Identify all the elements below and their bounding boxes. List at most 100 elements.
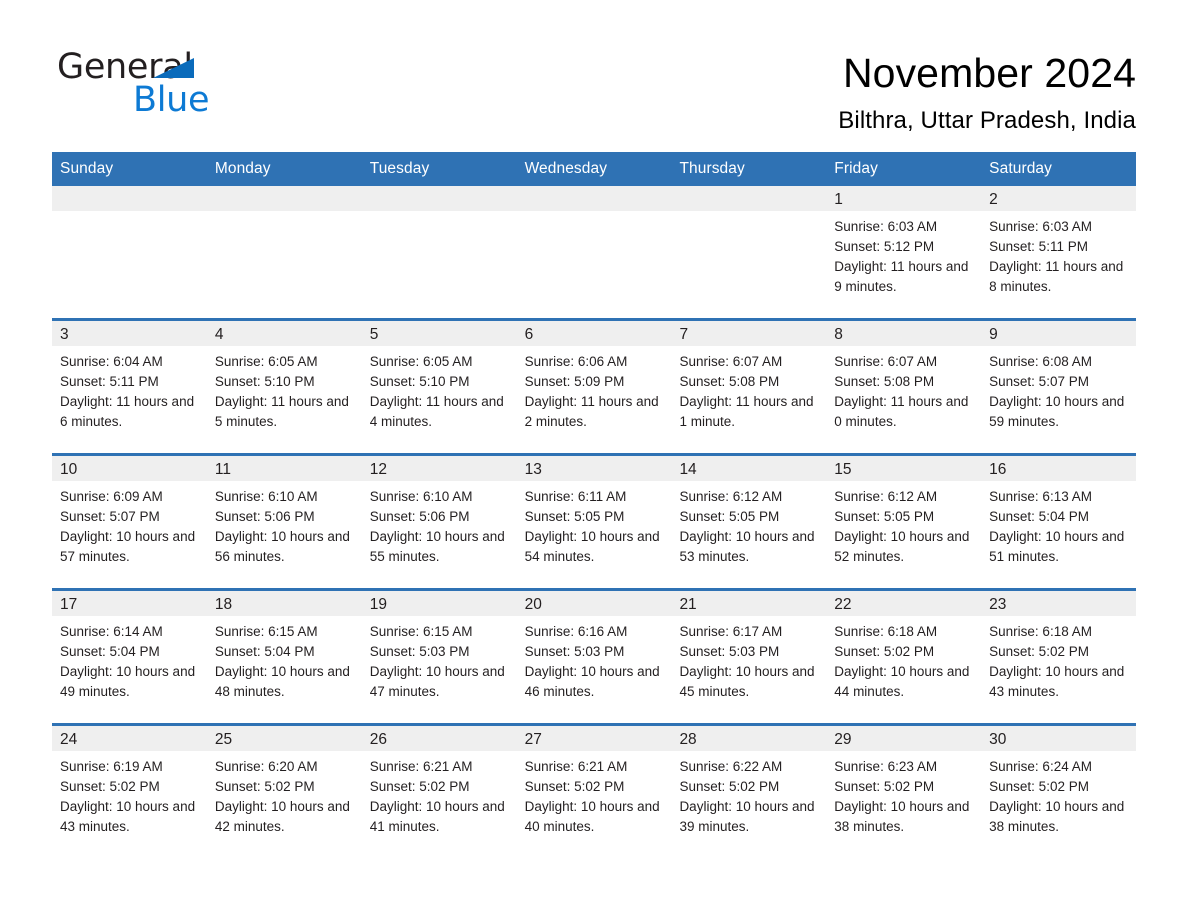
calendar-day-cell[interactable]: 11 Sunrise: 6:10 AM Sunset: 5:06 PM Dayligh…	[206, 456, 362, 588]
calendar-day-cell[interactable]: 13 Sunrise: 6:11 AM Sunset: 5:05 PM Dayligh…	[516, 456, 672, 588]
sunset-text: Sunset: 5:02 PM	[989, 779, 1089, 794]
day-number: 2	[981, 186, 1137, 211]
sunset-text: Sunset: 5:07 PM	[60, 509, 160, 524]
calendar-day-cell[interactable]: 26 Sunrise: 6:21 AM Sunset: 5:02 PM Dayligh…	[361, 726, 517, 858]
sunrise-text: Sunrise: 6:05 AM	[369, 354, 473, 369]
calendar-day-cell[interactable]: 28 Sunrise: 6:22 AM Sunset: 5:02 PM Dayligh…	[671, 726, 827, 858]
calendar-day-cell[interactable]: 23 Sunrise: 6:18 AM Sunset: 5:02 PM Dayligh…	[981, 591, 1137, 723]
daylight-text: Daylight: 10 hours and 56 minutes.	[214, 529, 350, 564]
day-sun-info: Sunrise: 6:05 AM Sunset: 5:10 PM Daylight:…	[362, 346, 517, 432]
page-header: General Blue November 2024 Bilthra, Utta…	[0, 0, 1188, 138]
daylight-text: Daylight: 11 hours and 6 minutes.	[60, 394, 195, 429]
calendar-day-cell[interactable]: 20 Sunrise: 6:16 AM Sunset: 5:03 PM Dayligh…	[516, 591, 672, 723]
calendar-day-cell[interactable]: 5 Sunrise: 6:05 AM Sunset: 5:10 PM Daylight…	[361, 321, 517, 453]
calendar-day-cell[interactable]: 19 Sunrise: 6:15 AM Sunset: 5:03 PM Dayligh…	[361, 591, 517, 723]
day-sun-info: Sunrise: 6:10 AM Sunset: 5:06 PM Daylight:…	[207, 481, 362, 567]
day-number: 8	[826, 321, 982, 346]
day-number: 24	[52, 726, 207, 751]
daylight-text: Daylight: 10 hours and 47 minutes.	[369, 664, 505, 699]
title-block: November 2024 Bilthra, Uttar Pradesh, In…	[257, 46, 1136, 138]
daylight-text: Daylight: 10 hours and 55 minutes.	[369, 529, 505, 564]
calendar-day-cell[interactable]: 22 Sunrise: 6:18 AM Sunset: 5:02 PM Dayligh…	[826, 591, 982, 723]
calendar-page: General Blue November 2024 Bilthra, Utta…	[0, 0, 1188, 918]
day-number: 12	[361, 456, 517, 481]
calendar-grid: Sunday Monday Tuesday Wednesday Thursday…	[52, 152, 1137, 858]
day-sun-info	[517, 211, 672, 217]
day-number: 21	[671, 591, 827, 616]
calendar-day-cell[interactable]: 17 Sunrise: 6:14 AM Sunset: 5:04 PM Dayligh…	[52, 591, 207, 723]
day-number: 10	[52, 456, 207, 481]
sunset-text: Sunset: 5:12 PM	[834, 239, 935, 254]
calendar-day-cell[interactable]: 21 Sunrise: 6:17 AM Sunset: 5:03 PM Dayligh…	[671, 591, 827, 723]
daylight-text: Daylight: 10 hours and 48 minutes.	[214, 664, 350, 699]
day-number: 28	[671, 726, 827, 751]
calendar-day-cell[interactable]: 12 Sunrise: 6:10 AM Sunset: 5:06 PM Dayligh…	[361, 456, 517, 588]
sunset-text: Sunset: 5:02 PM	[989, 644, 1089, 659]
day-number: 30	[981, 726, 1137, 751]
day-sun-info: Sunrise: 6:04 AM Sunset: 5:11 PM Daylight:…	[52, 346, 207, 432]
calendar-week-row: 17 Sunrise: 6:14 AM Sunset: 5:04 PM Dayligh…	[52, 588, 1137, 723]
sunrise-text: Sunrise: 6:20 AM	[214, 759, 318, 774]
calendar-day-cell[interactable]: 2 Sunrise: 6:03 AM Sunset: 5:11 PM Daylight…	[981, 186, 1137, 318]
weekday-header-row: Sunday Monday Tuesday Wednesday Thursday…	[52, 152, 1136, 186]
calendar-day-cell[interactable]: 4 Sunrise: 6:05 AM Sunset: 5:10 PM Daylight…	[206, 321, 362, 453]
weekday-header-wednesday: Wednesday	[524, 160, 608, 177]
sunset-text: Sunset: 5:07 PM	[989, 374, 1089, 389]
calendar-day-cell[interactable]: 7 Sunrise: 6:07 AM Sunset: 5:08 PM Daylight…	[671, 321, 827, 453]
day-sun-info: Sunrise: 6:12 AM Sunset: 5:05 PM Daylight:…	[826, 481, 981, 567]
weekday-header-monday: Monday	[214, 160, 271, 177]
calendar-day-cell[interactable]: 14 Sunrise: 6:12 AM Sunset: 5:05 PM Dayligh…	[671, 456, 827, 588]
calendar-day-cell[interactable]: 29 Sunrise: 6:23 AM Sunset: 5:02 PM Dayligh…	[826, 726, 982, 858]
day-number: 25	[206, 726, 362, 751]
day-sun-info: Sunrise: 6:22 AM Sunset: 5:02 PM Daylight:…	[671, 751, 826, 837]
day-number: 29	[826, 726, 982, 751]
calendar-day-cell[interactable]: 18 Sunrise: 6:15 AM Sunset: 5:04 PM Dayligh…	[206, 591, 362, 723]
calendar-day-cell[interactable]: 25 Sunrise: 6:20 AM Sunset: 5:02 PM Dayligh…	[206, 726, 362, 858]
page-title: November 2024	[842, 50, 1136, 96]
sunrise-text: Sunrise: 6:15 AM	[214, 624, 318, 639]
calendar-day-cell[interactable]: 30 Sunrise: 6:24 AM Sunset: 5:02 PM Dayligh…	[981, 726, 1137, 858]
day-sun-info: Sunrise: 6:07 AM Sunset: 5:08 PM Daylight:…	[671, 346, 826, 432]
calendar-day-cell[interactable]: 15 Sunrise: 6:12 AM Sunset: 5:05 PM Dayligh…	[826, 456, 982, 588]
calendar-day-cell[interactable]: 6 Sunrise: 6:06 AM Sunset: 5:09 PM Daylight…	[516, 321, 672, 453]
calendar-day-cell[interactable]: 24 Sunrise: 6:19 AM Sunset: 5:02 PM Dayligh…	[52, 726, 207, 858]
calendar-day-cell[interactable]: 1 Sunrise: 6:03 AM Sunset: 5:12 PM Daylight…	[826, 186, 982, 318]
calendar-day-cell[interactable]: 8 Sunrise: 6:07 AM Sunset: 5:08 PM Daylight…	[826, 321, 982, 453]
calendar-day-cell-empty	[671, 186, 827, 318]
sunset-text: Sunset: 5:04 PM	[60, 644, 160, 659]
day-sun-info: Sunrise: 6:23 AM Sunset: 5:02 PM Daylight:…	[826, 751, 981, 837]
sunrise-text: Sunrise: 6:23 AM	[834, 759, 938, 774]
day-number: 15	[826, 456, 982, 481]
calendar-day-cell[interactable]: 16 Sunrise: 6:13 AM Sunset: 5:04 PM Dayligh…	[981, 456, 1137, 588]
sunrise-text: Sunrise: 6:17 AM	[679, 624, 783, 639]
day-number: 22	[826, 591, 982, 616]
day-sun-info: Sunrise: 6:21 AM Sunset: 5:02 PM Daylight:…	[362, 751, 517, 837]
day-sun-info: Sunrise: 6:14 AM Sunset: 5:04 PM Daylight:…	[52, 616, 207, 702]
sunrise-text: Sunrise: 6:07 AM	[834, 354, 938, 369]
calendar-day-cell[interactable]: 3 Sunrise: 6:04 AM Sunset: 5:11 PM Daylight…	[52, 321, 207, 453]
sunrise-text: Sunrise: 6:08 AM	[989, 354, 1092, 369]
sunrise-text: Sunrise: 6:22 AM	[679, 759, 783, 774]
sunset-text: Sunset: 5:02 PM	[679, 779, 780, 794]
daylight-text: Daylight: 10 hours and 46 minutes.	[524, 664, 660, 699]
calendar-day-cell[interactable]: 9 Sunrise: 6:08 AM Sunset: 5:07 PM Daylight…	[981, 321, 1137, 453]
day-number: 7	[671, 321, 827, 346]
daylight-text: Daylight: 10 hours and 57 minutes.	[60, 529, 196, 564]
sunrise-text: Sunrise: 6:09 AM	[60, 489, 163, 504]
calendar-day-cell[interactable]: 10 Sunrise: 6:09 AM Sunset: 5:07 PM Dayligh…	[52, 456, 207, 588]
sunset-text: Sunset: 5:06 PM	[369, 509, 470, 524]
weekday-header-tuesday: Tuesday	[369, 160, 430, 177]
calendar-day-cell[interactable]: 27 Sunrise: 6:21 AM Sunset: 5:02 PM Dayligh…	[516, 726, 672, 858]
day-sun-info	[671, 211, 826, 217]
sunset-text: Sunset: 5:10 PM	[369, 374, 470, 389]
sunset-text: Sunset: 5:02 PM	[834, 779, 935, 794]
daylight-text: Daylight: 10 hours and 38 minutes.	[834, 799, 970, 834]
calendar-day-cell-empty	[516, 186, 672, 318]
sunrise-text: Sunrise: 6:12 AM	[834, 489, 938, 504]
day-sun-info: Sunrise: 6:03 AM Sunset: 5:11 PM Daylight:…	[981, 211, 1136, 297]
sunrise-text: Sunrise: 6:07 AM	[679, 354, 783, 369]
day-sun-info: Sunrise: 6:11 AM Sunset: 5:05 PM Daylight:…	[517, 481, 672, 567]
sunrise-text: Sunrise: 6:03 AM	[989, 219, 1092, 234]
sunset-text: Sunset: 5:02 PM	[214, 779, 315, 794]
day-number: 16	[981, 456, 1137, 481]
